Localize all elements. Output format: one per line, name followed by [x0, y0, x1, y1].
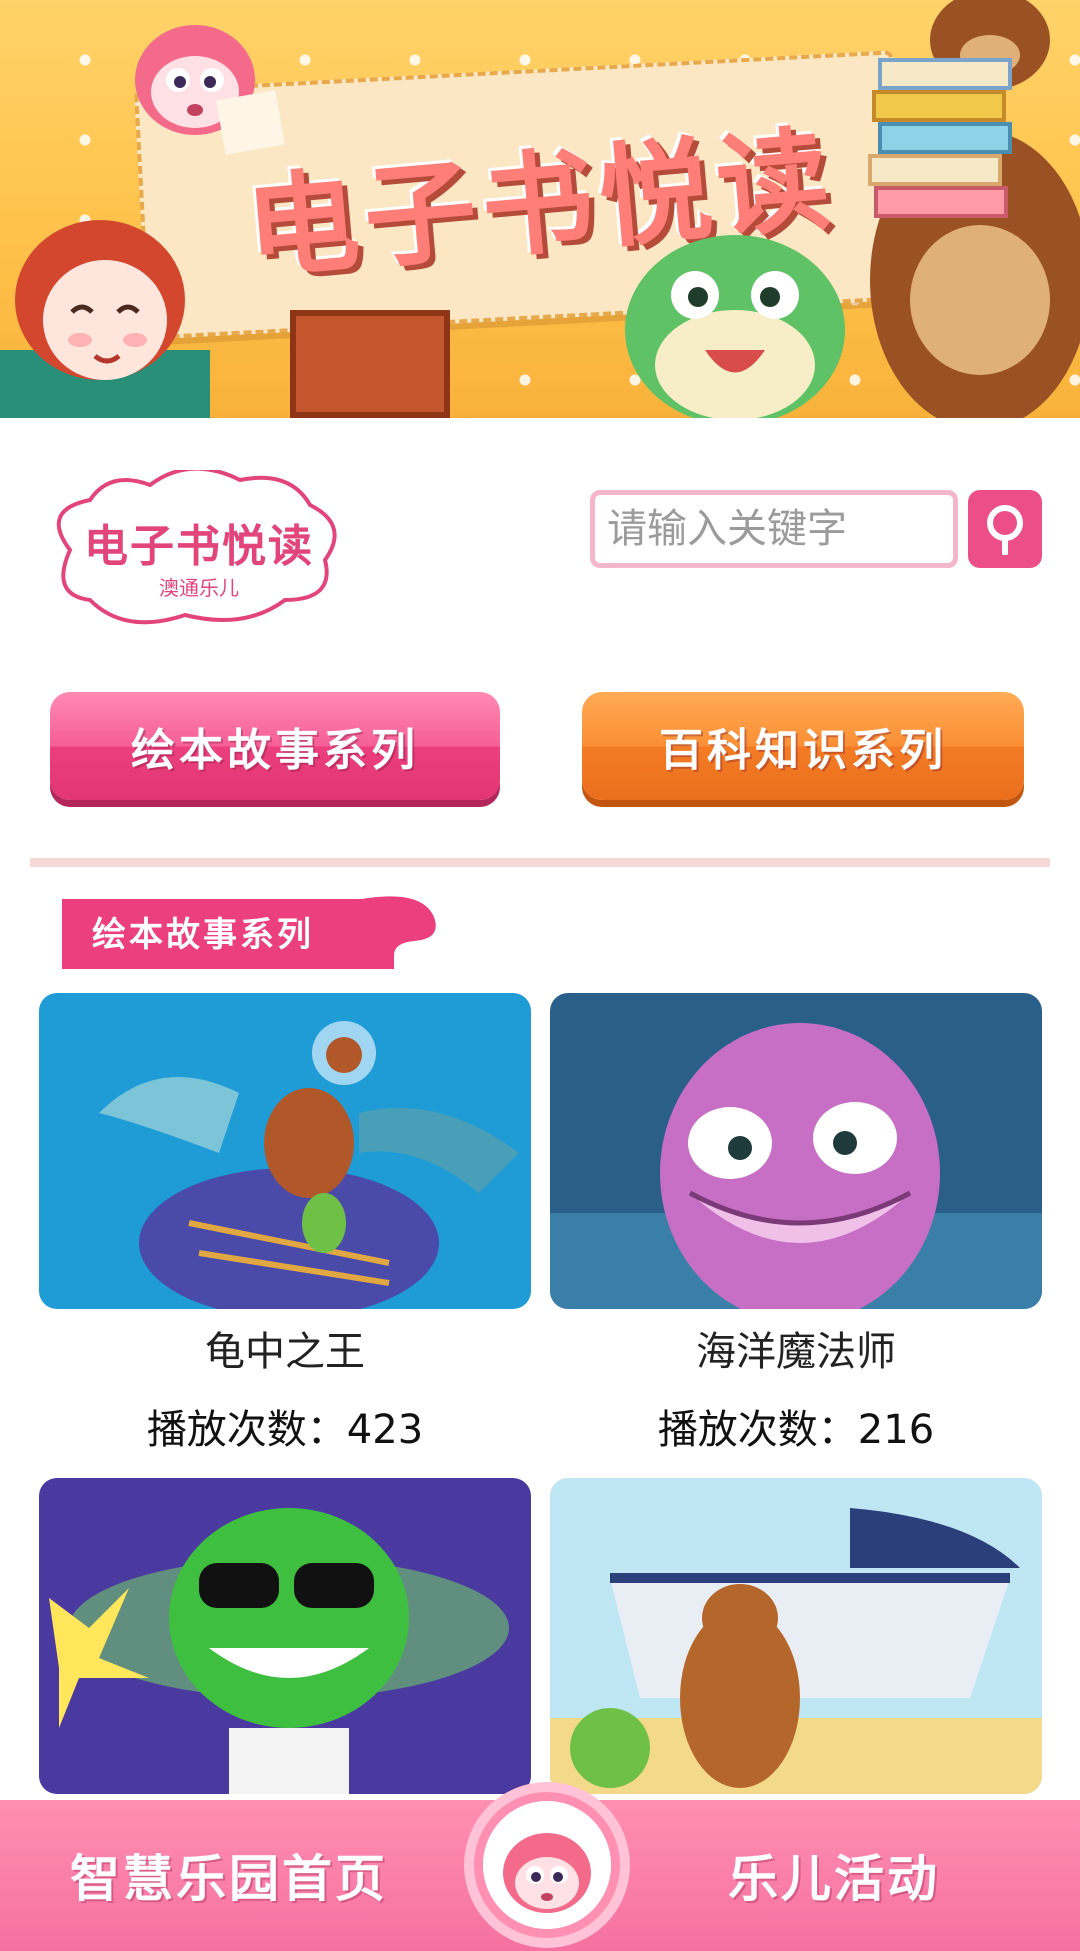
- book-cover[interactable]: [550, 993, 1042, 1309]
- hero-banner[interactable]: 电子书悦读: [0, 0, 1080, 418]
- mascot-icon: [483, 1801, 611, 1929]
- play-count: 播放次数：423: [146, 1407, 424, 1453]
- book-card[interactable]: 龟中之王 播放次数：423: [39, 993, 531, 1463]
- book-card[interactable]: [39, 1478, 531, 1808]
- book-cover-illustration: [550, 993, 1042, 1309]
- book-cover-illustration: [39, 1478, 531, 1794]
- play-count: 播放次数：216: [657, 1407, 935, 1453]
- bookshelf-illustration: [290, 310, 450, 418]
- section-header: 绘本故事系列: [62, 895, 458, 973]
- book-cover-illustration: [550, 1478, 1042, 1794]
- green-dragon-character: [625, 235, 845, 418]
- book-title: 海洋魔法师: [696, 1329, 896, 1375]
- search-box: [590, 490, 958, 568]
- search-input[interactable]: [607, 506, 953, 552]
- book-card[interactable]: 海洋魔法师 播放次数：216: [550, 993, 1042, 1463]
- section-divider: [30, 858, 1050, 867]
- girl-character: [0, 220, 210, 418]
- nav-center-mascot-button[interactable]: [464, 1782, 630, 1948]
- search-icon: [987, 505, 1023, 555]
- mascot-avatar: [483, 1801, 611, 1929]
- encyclopedia-series-button[interactable]: 百科知识系列: [582, 692, 1024, 800]
- brand-logo: 电子书悦读 澳通乐儿: [30, 466, 360, 625]
- monkey-character: [135, 25, 285, 155]
- picture-book-series-button[interactable]: 绘本故事系列: [50, 692, 500, 800]
- book-card[interactable]: [550, 1478, 1042, 1808]
- brand-name: 电子书悦读: [84, 521, 314, 572]
- nav-home-button[interactable]: 智慧乐园首页: [70, 1840, 388, 1910]
- book-cover-illustration: [39, 993, 531, 1309]
- section-title: 绘本故事系列: [92, 915, 314, 955]
- book-cover[interactable]: [39, 1478, 531, 1794]
- book-cover[interactable]: [550, 1478, 1042, 1794]
- brand-subtitle: 澳通乐儿: [159, 576, 239, 600]
- book-title: 龟中之王: [205, 1329, 365, 1375]
- brown-bear-character: [868, 0, 1080, 418]
- app-screen: 电子书悦读 电子书悦读 澳通乐儿 请输入关键字 绘本故事系列 百科知识系列 绘本…: [0, 0, 1080, 1951]
- book-cover[interactable]: [39, 993, 531, 1309]
- search-button[interactable]: [968, 490, 1042, 568]
- nav-activity-button[interactable]: 乐儿活动: [728, 1840, 940, 1910]
